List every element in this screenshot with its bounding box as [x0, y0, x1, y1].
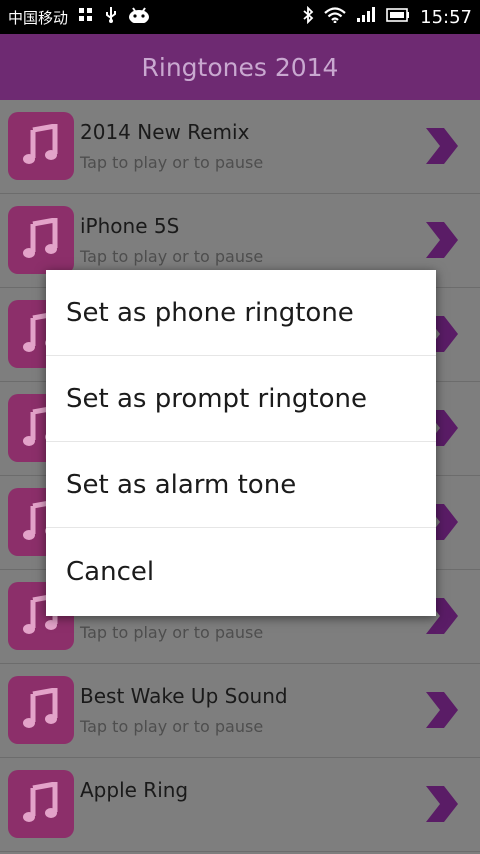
music-note-icon — [8, 112, 74, 180]
ringtone-title: iPhone 5S — [80, 214, 180, 238]
ringtone-title: 2014 New Remix — [80, 120, 250, 144]
music-note-icon — [8, 676, 74, 744]
set-alarm-tone-option[interactable]: Set as alarm tone — [46, 442, 436, 528]
set-prompt-ringtone-option[interactable]: Set as prompt ringtone — [46, 356, 436, 442]
signal-icon — [356, 7, 376, 27]
ringtone-subtitle: Tap to play or to pause — [80, 153, 264, 172]
bluetooth-icon — [302, 5, 314, 28]
status-right: 15:57 — [302, 5, 472, 28]
ringtone-title: Best Wake Up Sound — [80, 684, 288, 708]
ringtone-action-dialog: Set as phone ringtone Set as prompt ring… — [46, 270, 436, 616]
music-note-icon — [8, 770, 74, 838]
set-phone-ringtone-option[interactable]: Set as phone ringtone — [46, 270, 436, 356]
chevron-right-icon[interactable] — [422, 126, 460, 166]
list-item[interactable]: 2014 New Remix Tap to play or to pause — [0, 100, 480, 194]
chevron-right-icon[interactable] — [422, 784, 460, 824]
android-icon — [128, 7, 150, 27]
usb-icon — [104, 6, 118, 28]
ringtone-subtitle: Tap to play or to pause — [80, 247, 264, 266]
chevron-right-icon[interactable] — [422, 690, 460, 730]
status-time: 15:57 — [420, 6, 472, 28]
grid-icon — [78, 7, 94, 27]
ringtone-subtitle: Tap to play or to pause — [80, 717, 264, 736]
battery-icon — [386, 8, 410, 26]
list-item[interactable]: Apple Ring — [0, 758, 480, 852]
app-bar: Ringtones 2014 — [0, 34, 480, 100]
status-left: 中国移动 — [8, 6, 150, 28]
list-item[interactable]: Best Wake Up Sound Tap to play or to pau… — [0, 664, 480, 758]
status-bar: 中国移动 15:57 — [0, 0, 480, 34]
ringtone-title: Apple Ring — [80, 778, 189, 802]
cancel-option[interactable]: Cancel — [46, 528, 436, 616]
wifi-icon — [324, 7, 346, 27]
ringtone-subtitle: Tap to play or to pause — [80, 623, 264, 642]
music-note-icon — [8, 206, 74, 274]
carrier-name: 中国移动 — [8, 8, 69, 27]
page-title: Ringtones 2014 — [141, 52, 339, 82]
chevron-right-icon[interactable] — [422, 220, 460, 260]
